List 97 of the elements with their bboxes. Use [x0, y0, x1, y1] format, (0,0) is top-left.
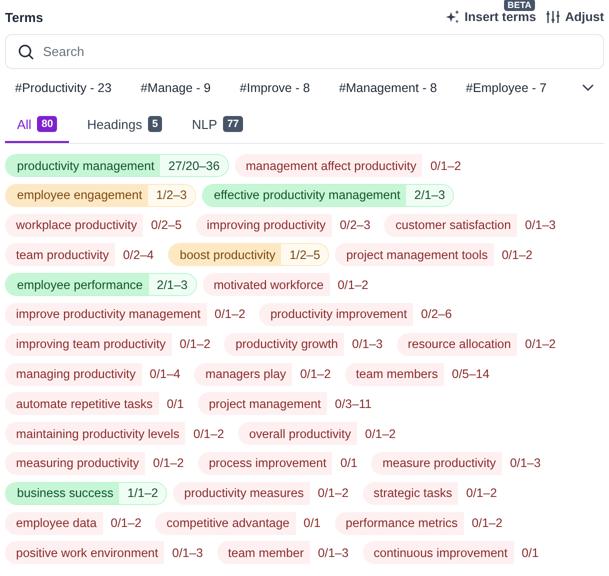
term-chip[interactable]: productivity measures 0/1–2: [173, 482, 357, 505]
term-count: 1/1–2: [119, 482, 166, 504]
term-label: positive work environment: [5, 541, 164, 564]
term-chip[interactable]: positive work environment 0/1–3: [5, 541, 211, 564]
panel-title: Terms: [5, 10, 44, 24]
term-label: improving team productivity: [5, 332, 172, 356]
term-label: continuous improvement: [362, 541, 514, 564]
term-label: managing productivity: [5, 362, 142, 386]
count-badge: 5: [148, 116, 162, 132]
tab[interactable]: Headings 5: [75, 107, 174, 143]
term-chip[interactable]: strategic tasks 0/1–2: [362, 482, 505, 505]
term-chip[interactable]: improving productivity 0/2–3: [196, 214, 378, 237]
term-chip[interactable]: continuous improvement 0/1: [362, 541, 547, 564]
count-badge: 80: [37, 116, 58, 132]
term-chip[interactable]: business success 1/1–2: [5, 482, 168, 505]
term-label: team members: [344, 362, 444, 386]
term-chip[interactable]: overall productivity 0/1–2: [238, 422, 404, 446]
hashtag-filter[interactable]: #Manage - 9: [140, 81, 211, 95]
term-chip[interactable]: process improvement 0/1: [198, 452, 366, 475]
term-label: project management: [198, 392, 327, 416]
term-label: strategic tasks: [362, 482, 458, 505]
term-label: productivity management: [6, 155, 160, 176]
hashtag-filter[interactable]: #Improve - 8: [240, 81, 310, 95]
term-count: 2/1–3: [406, 184, 454, 206]
term-label: employee engagement: [6, 184, 148, 206]
term-chip[interactable]: customer satisfaction 0/1–3: [384, 214, 564, 237]
term-label: resource allocation: [396, 332, 517, 356]
term-label: competitive advantage: [155, 512, 296, 535]
sliders-icon: [546, 10, 560, 24]
term-count: 2/1–3: [148, 274, 196, 296]
insert-terms-button[interactable]: Insert terms: [446, 10, 536, 24]
search-field[interactable]: Search: [5, 34, 604, 69]
term-chip[interactable]: productivity improvement 0/2–6: [259, 302, 460, 326]
term-chip[interactable]: productivity management 27/20–36: [5, 154, 229, 177]
term-label: management affect productivity: [234, 154, 422, 177]
sparkle-icon: [446, 10, 460, 24]
term-label: productivity improvement: [259, 302, 414, 326]
term-chip[interactable]: resource allocation 0/1–2: [396, 332, 564, 356]
chevron-down-icon[interactable]: [582, 84, 594, 92]
term-chip[interactable]: team member 0/1–3: [216, 541, 357, 564]
term-chip[interactable]: measuring productivity 0/1–2: [5, 452, 192, 475]
term-chip[interactable]: effective productivity management 2/1–3: [202, 184, 454, 207]
term-label: improving productivity: [196, 214, 332, 237]
term-label: process improvement: [198, 452, 332, 475]
term-chip[interactable]: project management 0/3–11: [198, 392, 380, 416]
term-label: productivity measures: [173, 482, 310, 505]
term-label: employee performance: [6, 274, 149, 296]
term-label: project management tools: [335, 243, 494, 266]
term-label: automate repetitive tasks: [5, 392, 159, 416]
term-chip[interactable]: managing productivity 0/1–4: [5, 362, 188, 386]
term-label: maintaining productivity levels: [5, 422, 186, 446]
term-chip[interactable]: boost productivity 1/2–5: [168, 243, 330, 266]
term-label: improve productivity management: [5, 302, 207, 326]
term-chip[interactable]: improve productivity management 0/1–2: [5, 302, 254, 326]
term-label: productivity growth: [224, 332, 344, 356]
term-chip[interactable]: team members 0/5–14: [344, 362, 498, 386]
term-chip[interactable]: management affect productivity 0/1–2: [234, 154, 470, 177]
term-chip[interactable]: measure productivity 0/1–3: [371, 452, 549, 475]
term-label: overall productivity: [238, 422, 357, 446]
term-chip[interactable]: managers play 0/1–2: [194, 362, 339, 386]
term-chip[interactable]: competitive advantage 0/1: [155, 512, 329, 535]
term-chip[interactable]: employee performance 2/1–3: [5, 273, 197, 296]
beta-badge: BETA: [504, 0, 536, 11]
term-chip[interactable]: performance metrics 0/1–2: [334, 512, 510, 535]
term-label: motivated workforce: [202, 273, 330, 296]
term-count: 27/20–36: [160, 155, 228, 176]
term-label: employee data: [5, 512, 103, 535]
term-chip[interactable]: workplace productivity 0/2–5: [5, 214, 190, 237]
term-label: boost productivity: [168, 244, 282, 266]
term-chip[interactable]: project management tools 0/1–2: [335, 243, 540, 266]
term-chip[interactable]: employee data 0/1–2: [5, 512, 150, 535]
term-chip[interactable]: productivity growth 0/1–3: [224, 332, 391, 356]
term-label: effective productivity management: [202, 184, 406, 206]
count-badge: 77: [223, 116, 243, 132]
term-label: performance metrics: [334, 512, 464, 535]
term-label: measuring productivity: [5, 452, 146, 475]
term-label: team member: [216, 541, 310, 564]
adjust-button[interactable]: Adjust: [546, 10, 604, 24]
term-label: customer satisfaction: [384, 214, 517, 237]
term-count: 1/2–3: [148, 184, 195, 206]
term-chip[interactable]: motivated workforce 0/1–2: [202, 273, 376, 296]
term-count: 1/2–5: [281, 244, 328, 266]
term-chip[interactable]: automate repetitive tasks 0/1: [5, 392, 192, 416]
tab[interactable]: All 80: [5, 107, 70, 143]
term-chip[interactable]: team productivity 0/2–4: [5, 243, 162, 266]
hashtag-filter[interactable]: #Management - 8: [338, 81, 437, 95]
term-label: team productivity: [5, 243, 115, 266]
term-label: workplace productivity: [5, 214, 143, 237]
hashtag-filter[interactable]: #Employee - 7: [466, 81, 547, 95]
term-chip[interactable]: maintaining productivity levels 0/1–2: [5, 422, 232, 446]
term-label: managers play: [194, 362, 292, 386]
term-label: measure productivity: [371, 452, 502, 475]
hashtag-filter[interactable]: #Productivity - 23: [15, 81, 112, 95]
term-chip[interactable]: employee engagement 1/2–3: [5, 184, 196, 207]
term-chip[interactable]: improving team productivity 0/1–2: [5, 332, 218, 356]
tab[interactable]: NLP 77: [180, 107, 255, 143]
term-label: business success: [6, 482, 120, 504]
